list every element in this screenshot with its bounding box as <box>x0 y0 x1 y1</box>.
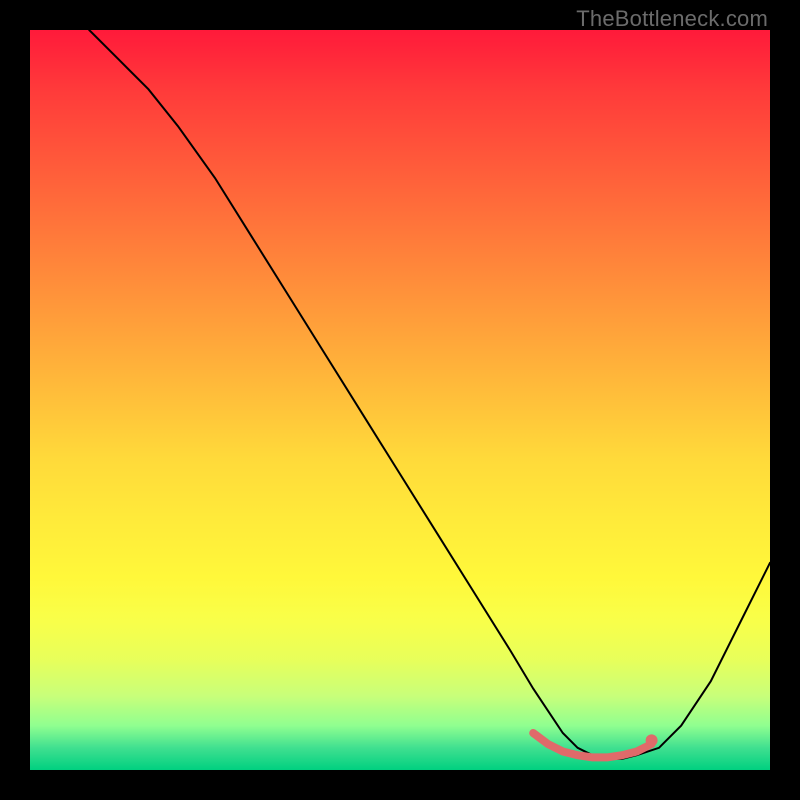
marker-dot-icon <box>646 734 658 746</box>
plot-area <box>30 30 770 770</box>
minimum-band-line <box>533 733 651 757</box>
watermark-text: TheBottleneck.com <box>576 6 768 32</box>
curve-line <box>89 30 770 759</box>
chart-svg <box>30 30 770 770</box>
